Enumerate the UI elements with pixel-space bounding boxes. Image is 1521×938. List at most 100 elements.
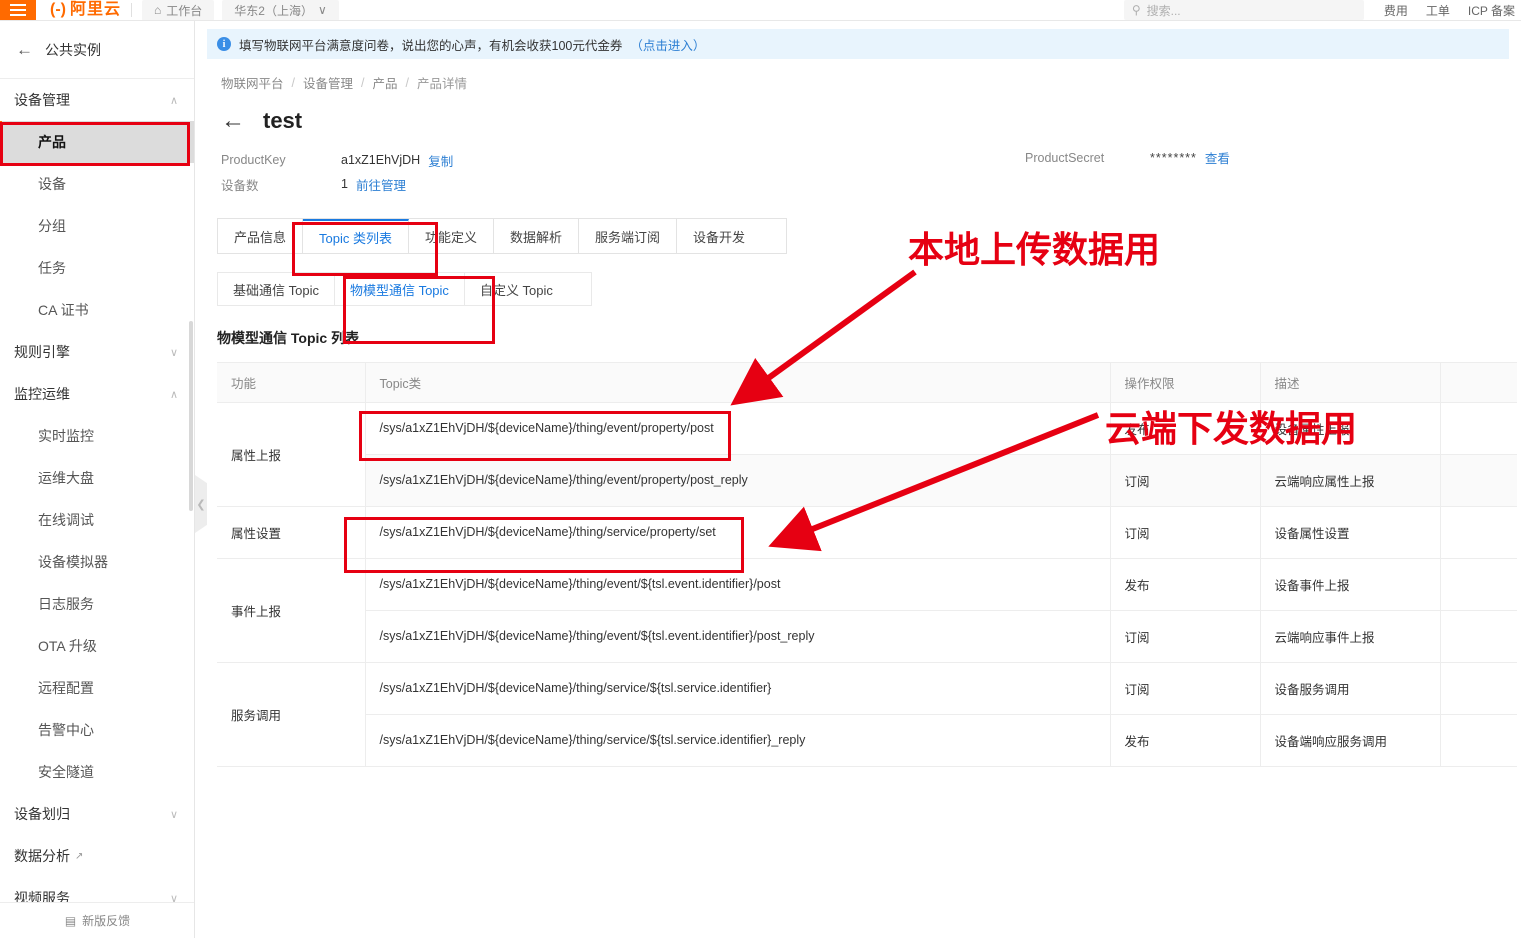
topbar-divider	[131, 3, 132, 17]
region-selector[interactable]: 华东2（上海） ∨	[222, 0, 339, 20]
product-key-label: ProductKey	[221, 153, 286, 167]
notice-link[interactable]: （点击进入）	[630, 35, 705, 54]
topbar-link-ticket[interactable]: 工单	[1426, 2, 1450, 19]
cell-spacer	[1440, 558, 1517, 611]
sidebar-group-monitoring[interactable]: 监控运维 ∧	[0, 373, 194, 415]
sidebar-group-label: 监控运维	[14, 386, 70, 402]
workbench-label: 工作台	[166, 3, 203, 18]
cell-topic: /sys/a1xZ1EhVjDH/${deviceName}/thing/ser…	[365, 714, 1111, 767]
subtab-label: 物模型通信 Topic	[349, 282, 449, 298]
column-header-topic-class: Topic类	[365, 363, 1111, 403]
sidebar-item-label: CA 证书	[38, 302, 89, 318]
sidebar-item-log-service[interactable]: 日志服务	[0, 583, 194, 625]
breadcrumb-item-products[interactable]: 产品	[373, 73, 398, 92]
breadcrumb-item-device-management[interactable]: 设备管理	[303, 73, 353, 92]
cell-topic: /sys/a1xZ1EhVjDH/${deviceName}/thing/eve…	[365, 454, 1111, 507]
subtab-label: 自定义 Topic	[479, 282, 553, 298]
sidebar-item-devices[interactable]: 设备	[0, 163, 194, 205]
back-arrow-icon[interactable]: ←	[16, 41, 33, 58]
device-count-label: 设备数	[221, 178, 259, 193]
sidebar-item-realtime-monitor[interactable]: 实时监控	[0, 415, 194, 457]
sidebar-group-device-management[interactable]: 设备管理 ∧	[0, 79, 194, 121]
page-title-bar: ← test	[195, 92, 1521, 134]
sidebar-item-label: 任务	[38, 260, 66, 276]
breadcrumb-item-iot-platform[interactable]: 物联网平台	[221, 73, 284, 92]
cell-description: 云端响应事件上报	[1260, 610, 1441, 663]
sidebar-group-data-analysis[interactable]: 数据分析 ↗	[0, 835, 194, 877]
sidebar-item-tasks[interactable]: 任务	[0, 247, 194, 289]
sidebar-scrollbar[interactable]	[189, 321, 193, 511]
sidebar-item-device-simulator[interactable]: 设备模拟器	[0, 541, 194, 583]
sidebar-group-rule-engine[interactable]: 规则引擎 ∨	[0, 331, 194, 373]
device-count-row: 设备数 1 前往管理	[221, 172, 1521, 196]
sidebar-item-online-debug[interactable]: 在线调试	[0, 499, 194, 541]
brand-name: 阿里云	[69, 1, 121, 18]
sidebar-item-label: 日志服务	[38, 596, 94, 612]
new-version-feedback[interactable]: ▤ 新版反馈	[0, 902, 194, 938]
sidebar-item-label: 实时监控	[38, 428, 94, 444]
cell-description: 设备服务调用	[1260, 662, 1441, 715]
workbench-button[interactable]: ⌂ 工作台	[142, 0, 215, 20]
cell-spacer	[1440, 402, 1517, 455]
tab-server-subscription[interactable]: 服务端订阅	[579, 219, 678, 253]
tab-product-info[interactable]: 产品信息	[218, 219, 304, 253]
tab-data-parsing[interactable]: 数据解析	[494, 219, 580, 253]
copy-product-key-button[interactable]: 复制	[428, 151, 453, 170]
sidebar-item-label: 分组	[38, 218, 66, 234]
breadcrumb-separator: /	[405, 75, 409, 90]
sidebar-item-alarm-center[interactable]: 告警中心	[0, 709, 194, 751]
chevron-down-icon: ∨	[317, 3, 327, 17]
global-search[interactable]: ⚲ 搜索...	[1123, 0, 1364, 20]
table-row: 服务调用 /sys/a1xZ1EhVjDH/${deviceName}/thin…	[217, 662, 1517, 767]
sidebar-collapse-handle[interactable]: ❮	[195, 475, 207, 533]
tab-device-development[interactable]: 设备开发	[677, 219, 762, 253]
tab-feature-definition[interactable]: 功能定义	[408, 219, 494, 253]
column-header-permission: 操作权限	[1110, 363, 1261, 403]
sidebar-instance-header[interactable]: ← 公共实例	[0, 21, 194, 79]
sidebar-item-secure-tunnel[interactable]: 安全隧道	[0, 751, 194, 793]
aliyun-logo[interactable]: (-) 阿里云	[50, 2, 121, 18]
cell-permission: 发布	[1110, 714, 1261, 767]
cell-permission: 订阅	[1110, 610, 1261, 663]
topbar-link-icp[interactable]: ICP 备案	[1468, 2, 1515, 19]
cell-spacer	[1440, 454, 1517, 507]
hamburger-icon[interactable]	[0, 0, 36, 20]
table-row: /sys/a1xZ1EhVjDH/${deviceName}/thing/ser…	[217, 714, 1517, 767]
sidebar-item-products[interactable]: 产品	[0, 121, 194, 163]
table-row: 属性上报 /sys/a1xZ1EhVjDH/${deviceName}/thin…	[217, 402, 1517, 507]
sidebar-item-label: 运维大盘	[38, 470, 94, 486]
tab-topic-list[interactable]: Topic 类列表	[303, 219, 409, 253]
back-arrow-icon[interactable]: ←	[221, 109, 245, 133]
sidebar-group-label: 规则引擎	[14, 344, 70, 360]
column-header-function: 功能	[217, 363, 366, 403]
table-row: /sys/a1xZ1EhVjDH/${deviceName}/thing/eve…	[217, 610, 1517, 663]
sidebar-item-remote-config[interactable]: 远程配置	[0, 667, 194, 709]
section-title: 物模型通信 Topic 列表	[217, 330, 360, 346]
subtab-thing-model-topic[interactable]: 物模型通信 Topic	[335, 273, 465, 305]
sidebar-item-ca-certificate[interactable]: CA 证书	[0, 289, 194, 331]
table-row: 事件上报 /sys/a1xZ1EhVjDH/${deviceName}/thin…	[217, 558, 1517, 663]
product-secret-value: ********	[1150, 150, 1197, 165]
topbar-right-links: 费用 工单 ICP 备案	[1384, 2, 1521, 19]
product-key-row: ProductKey a1xZ1EhVjDH 复制	[221, 148, 1521, 172]
cell-spacer	[1440, 662, 1517, 715]
cell-spacer	[1440, 610, 1517, 663]
topbar-link-fee[interactable]: 费用	[1384, 2, 1408, 19]
subtab-basic-communication-topic[interactable]: 基础通信 Topic	[218, 273, 335, 305]
device-count-value: 1	[341, 177, 348, 191]
sidebar-item-groups[interactable]: 分组	[0, 205, 194, 247]
go-to-management-link[interactable]: 前往管理	[356, 175, 406, 194]
cloud-mark-icon: (-)	[50, 1, 66, 18]
subtab-custom-topic[interactable]: 自定义 Topic	[465, 273, 568, 305]
table-row: 属性设置 /sys/a1xZ1EhVjDH/${deviceName}/thin…	[217, 506, 1517, 559]
sidebar-item-ota-upgrade[interactable]: OTA 升级	[0, 625, 194, 667]
tab-label: Topic 类列表	[319, 230, 392, 246]
sidebar-group-device-assignment[interactable]: 设备划归 ∨	[0, 793, 194, 835]
view-product-secret-button[interactable]: 查看	[1205, 148, 1230, 167]
cell-topic: /sys/a1xZ1EhVjDH/${deviceName}/thing/eve…	[365, 402, 1111, 455]
cell-spacer	[1440, 714, 1517, 767]
top-bar: (-) 阿里云 ⌂ 工作台 华东2（上海） ∨ ⚲ 搜索... 费用 工单 IC…	[0, 0, 1521, 21]
info-circle-icon: i	[217, 37, 231, 51]
sidebar-item-ops-dashboard[interactable]: 运维大盘	[0, 457, 194, 499]
external-link-icon: ↗	[75, 850, 84, 862]
